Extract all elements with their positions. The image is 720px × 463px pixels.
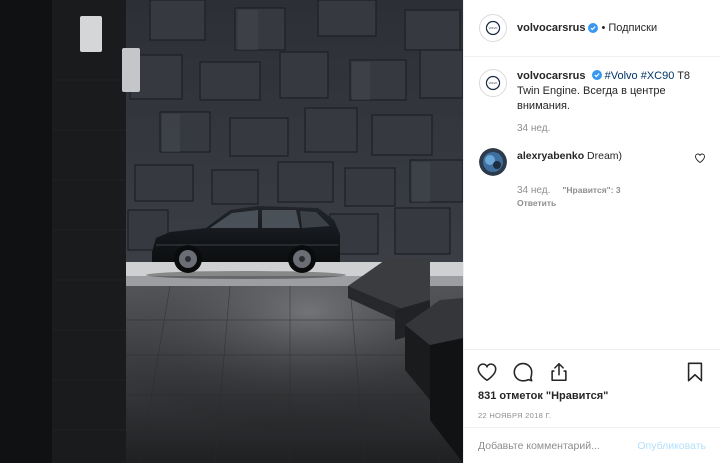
publish-button[interactable]: Опубликовать [637,440,706,452]
hashtag-link[interactable]: #Volvo [605,70,638,82]
bookmark-icon [687,362,703,382]
svg-text:VOLVO: VOLVO [489,81,498,85]
svg-text:VOLVO: VOLVO [489,26,498,30]
comment-icon [513,362,533,382]
commenter-avatar[interactable] [479,148,507,176]
action-bar [476,350,706,390]
comment-meta: 34 нед. "Нравится": 3 [517,185,706,196]
separator-dot: • [601,22,606,34]
like-button[interactable] [476,361,498,383]
comment-username[interactable]: alexryabenko [517,150,584,162]
post-photo-image [0,0,463,463]
comment-item: alexryabenko Dream) [479,148,706,176]
comment-text: alexryabenko Dream) [517,148,694,164]
comment-like-heart-icon[interactable] [694,152,706,164]
post-date[interactable]: 22 НОЯБРЯ 2018 Г. [478,411,706,420]
following-button[interactable]: Подписки [608,22,657,34]
comment-body: Dream) [587,150,623,162]
comment-likes-count[interactable]: "Нравится": 3 [562,185,620,195]
reply-button[interactable]: Ответить [517,198,706,208]
avatar-image [479,148,507,176]
verified-badge-icon [588,23,599,33]
caption-avatar[interactable]: VOLVO [479,69,507,97]
avatar[interactable]: VOLVO [479,14,507,42]
post-photo[interactable] [0,0,463,463]
post-header: VOLVO volvocarsrus • Подписки [464,0,720,57]
share-button[interactable] [548,361,570,383]
comment-input[interactable] [478,439,638,452]
caption-username[interactable]: volvocarsrus [517,70,585,82]
heart-icon [477,363,497,382]
add-comment-bar: Опубликовать [464,427,720,463]
volvo-logo-icon: VOLVO [485,75,501,91]
post-actions-section: 831 отметок "Нравится" 22 НОЯБРЯ 2018 Г. [464,349,720,420]
share-icon [551,362,567,382]
post-details-panel: VOLVO volvocarsrus • Подписки VOLVO volv… [463,0,720,463]
caption-text: volvocarsrus #Volvo #XC90 T8 Twin Engine… [517,69,706,114]
likes-count[interactable]: 831 отметок "Нравится" [478,390,706,402]
post-author-username[interactable]: volvocarsrus [517,22,585,34]
comment-timestamp[interactable]: 34 нед. [517,185,550,196]
hashtag-link[interactable]: #XC90 [641,70,675,82]
post-caption: VOLVO volvocarsrus #Volvo #XC90 T8 Twin … [479,64,706,114]
volvo-logo-icon: VOLVO [485,20,501,36]
save-button[interactable] [684,361,706,383]
caption-timestamp[interactable]: 34 нед. [517,123,706,134]
comments-list[interactable]: VOLVO volvocarsrus #Volvo #XC90 T8 Twin … [464,64,720,349]
comment-button[interactable] [512,361,534,383]
verified-badge-icon [591,70,602,80]
